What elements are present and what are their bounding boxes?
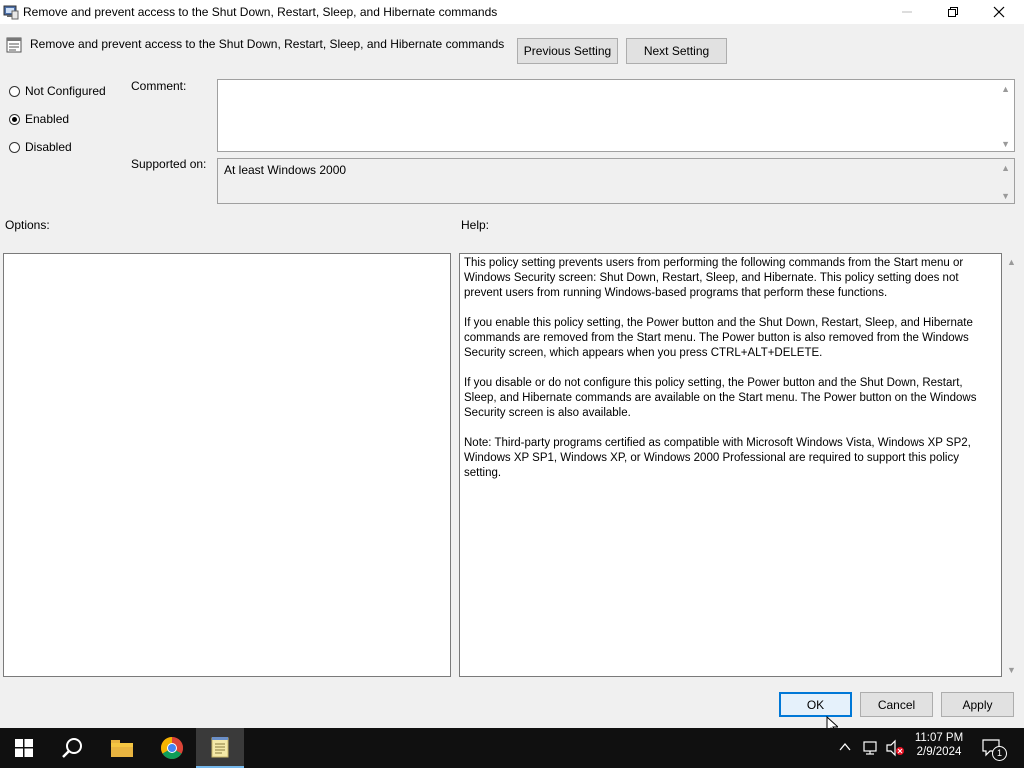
notepad-icon	[211, 737, 229, 758]
network-icon	[863, 741, 877, 755]
minimize-icon	[902, 11, 912, 13]
chrome-button[interactable]	[148, 728, 196, 768]
radio-not-configured[interactable]: Not Configured	[9, 84, 106, 98]
scroll-up-icon[interactable]: ▲	[1001, 163, 1010, 173]
group-policy-icon	[3, 5, 19, 20]
show-hidden-icons-button[interactable]	[838, 740, 852, 757]
folder-icon	[111, 740, 133, 757]
chevron-up-icon	[839, 742, 851, 751]
windows-icon	[15, 739, 33, 757]
help-paragraph: If you disable or do not configure this …	[464, 377, 977, 419]
scroll-down-icon[interactable]: ▼	[1001, 139, 1010, 149]
radio-label: Disabled	[25, 140, 72, 154]
chrome-icon	[161, 737, 183, 759]
comment-label: Comment:	[131, 79, 187, 93]
clock-time: 11:07 PM	[914, 732, 964, 744]
restore-icon	[948, 7, 958, 17]
file-explorer-button[interactable]	[98, 728, 146, 768]
clock-date: 2/9/2024	[916, 746, 962, 758]
supported-on-label: Supported on:	[131, 157, 207, 171]
comment-textarea[interactable]: ▲ ▼	[217, 79, 1015, 152]
help-scrollbar[interactable]: ▲ ▼	[1004, 253, 1020, 677]
radio-label: Not Configured	[25, 84, 106, 98]
volume-muted-icon	[886, 739, 904, 757]
previous-setting-button[interactable]: Previous Setting	[517, 38, 618, 64]
notepad-button[interactable]	[196, 728, 244, 768]
apply-button[interactable]: Apply	[941, 692, 1014, 717]
scroll-down-icon[interactable]: ▼	[1007, 665, 1016, 675]
search-button[interactable]	[48, 728, 96, 768]
help-paragraph: Note: Third-party programs certified as …	[464, 437, 971, 479]
action-center-button[interactable]: 1	[980, 737, 1007, 762]
scroll-up-icon[interactable]: ▲	[1001, 84, 1010, 94]
network-tray-button[interactable]	[862, 739, 880, 760]
radio-label: Enabled	[25, 112, 70, 126]
radio-enabled[interactable]: Enabled	[9, 112, 69, 126]
options-label: Options:	[5, 218, 50, 232]
help-text: This policy setting prevents users from …	[464, 256, 996, 496]
cancel-button[interactable]: Cancel	[860, 692, 933, 717]
radio-circle[interactable]	[9, 85, 20, 97]
window-title: Remove and prevent access to the Shut Do…	[23, 5, 498, 19]
volume-tray-button[interactable]	[885, 739, 905, 760]
taskbar: 11:07 PM 2/9/2024 1	[0, 728, 1024, 768]
radio-circle[interactable]	[9, 141, 20, 153]
close-icon	[993, 6, 1005, 18]
minimize-button[interactable]	[884, 0, 930, 24]
policy-title: Remove and prevent access to the Shut Do…	[30, 37, 505, 51]
supported-on-value: At least Windows 2000	[224, 163, 347, 177]
search-icon	[62, 738, 82, 758]
radio-circle-selected[interactable]	[9, 113, 20, 125]
options-panel	[3, 253, 451, 677]
ok-button[interactable]: OK	[779, 692, 852, 717]
scroll-down-icon[interactable]: ▼	[1001, 191, 1010, 201]
notification-badge: 1	[992, 746, 1007, 761]
supported-on-field: At least Windows 2000 ▲ ▼	[217, 158, 1015, 204]
clock[interactable]: 11:07 PM 2/9/2024	[908, 732, 970, 758]
scroll-up-icon[interactable]: ▲	[1007, 257, 1016, 267]
help-paragraph: This policy setting prevents users from …	[464, 257, 964, 299]
help-paragraph: If you enable this policy setting, the P…	[464, 317, 973, 359]
close-button[interactable]	[976, 0, 1022, 24]
policy-setting-icon	[6, 37, 22, 53]
start-button[interactable]	[0, 728, 48, 768]
next-setting-button[interactable]: Next Setting	[626, 38, 727, 64]
radio-disabled[interactable]: Disabled	[9, 140, 72, 154]
help-label: Help:	[461, 218, 490, 232]
maximize-button[interactable]	[930, 0, 976, 24]
title-bar: Remove and prevent access to the Shut Do…	[0, 0, 1024, 24]
